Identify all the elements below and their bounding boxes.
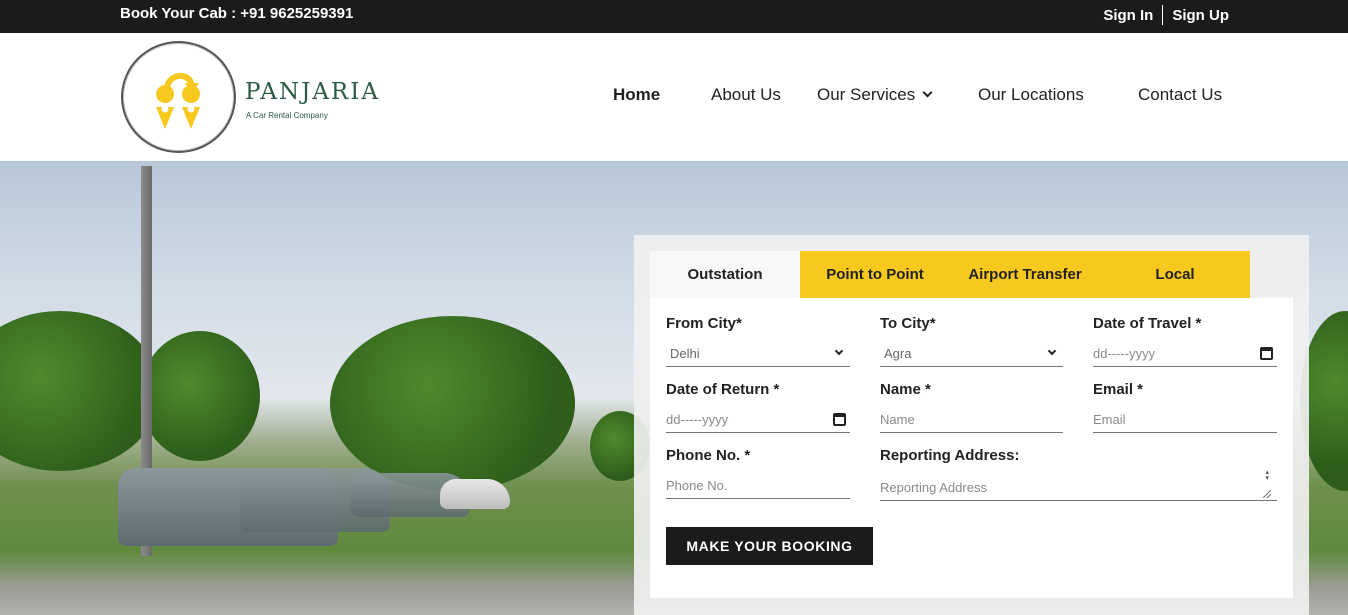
date-of-travel-field: Date of Travel * dd-----yyyy	[1093, 315, 1277, 367]
phone-field: Phone No. * Phone No.	[666, 447, 850, 499]
tab-airport-transfer[interactable]: Airport Transfer	[950, 251, 1100, 298]
auth-links: Sign In Sign Up	[1103, 5, 1229, 25]
reporting-address-label: Reporting Address:	[880, 447, 1020, 464]
sign-up-link[interactable]: Sign Up	[1172, 7, 1229, 24]
to-city-label: To City*	[880, 315, 936, 332]
from-city-value: Delhi	[670, 345, 700, 361]
brand-tagline: A Car Rental Company	[246, 111, 328, 120]
email-label: Email *	[1093, 381, 1144, 398]
location-pins-route-icon	[156, 72, 201, 129]
phone-placeholder: Phone No.	[666, 477, 728, 493]
nav-home[interactable]: Home	[613, 85, 660, 105]
to-city-field: To City* Agra	[880, 315, 1063, 367]
phone-input[interactable]: Phone No.	[666, 472, 850, 499]
to-city-select[interactable]: Agra	[880, 340, 1063, 367]
date-of-travel-input[interactable]: dd-----yyyy	[1093, 340, 1277, 367]
name-label: Name *	[880, 381, 931, 398]
date-of-return-label: Date of Return *	[666, 381, 780, 398]
date-of-return-placeholder: dd-----yyyy	[666, 411, 729, 427]
reporting-address-field: Reporting Address: Reporting Address	[880, 447, 1277, 501]
date-of-travel-label: Date of Travel *	[1093, 315, 1202, 332]
nav-our-services[interactable]: Our Services	[817, 85, 933, 105]
email-placeholder: Email	[1093, 411, 1126, 427]
email-field: Email * Email	[1093, 381, 1277, 433]
nav-about-us[interactable]: About Us	[711, 85, 781, 105]
name-placeholder: Name	[880, 411, 915, 427]
chevron-down-icon	[922, 87, 933, 98]
from-city-label: From City*	[666, 315, 742, 332]
resize-handle-icon[interactable]	[1257, 470, 1273, 501]
booking-tabs: Outstation Point to Point Airport Transf…	[650, 251, 1250, 298]
booking-phone-text: Book Your Cab : +91 9625259391	[120, 5, 354, 22]
tree-left-2	[140, 331, 260, 461]
from-city-select[interactable]: Delhi	[666, 340, 850, 367]
email-input[interactable]: Email	[1093, 406, 1277, 433]
site-header: PANJARIA A Car Rental Company Home About…	[0, 33, 1348, 161]
tree-left	[0, 311, 160, 471]
tree-center	[330, 316, 575, 491]
to-city-value: Agra	[884, 345, 912, 361]
auth-divider	[1162, 5, 1164, 25]
chevron-down-icon	[834, 346, 844, 356]
tab-outstation[interactable]: Outstation	[650, 251, 800, 298]
top-bar: Book Your Cab : +91 9625259391 Sign In S…	[0, 0, 1348, 33]
parked-car-4	[440, 479, 510, 509]
nav-contact-us[interactable]: Contact Us	[1138, 85, 1222, 105]
chevron-down-icon	[1047, 346, 1057, 356]
reporting-address-textarea[interactable]: Reporting Address	[880, 470, 1277, 501]
from-city-field: From City* Delhi	[666, 315, 850, 367]
tab-point-to-point[interactable]: Point to Point	[800, 251, 950, 298]
date-of-return-input[interactable]: dd-----yyyy	[666, 406, 850, 433]
reporting-address-placeholder: Reporting Address	[880, 479, 987, 495]
nav-our-services-label: Our Services	[817, 85, 916, 104]
brand-name: PANJARIA	[245, 79, 380, 105]
phone-label: Phone No. *	[666, 447, 751, 464]
name-field: Name * Name	[880, 381, 1063, 433]
name-input[interactable]: Name	[880, 406, 1063, 433]
make-booking-button[interactable]: MAKE YOUR BOOKING	[666, 527, 873, 565]
calendar-icon[interactable]	[833, 412, 846, 426]
date-of-travel-placeholder: dd-----yyyy	[1093, 345, 1156, 361]
date-of-return-field: Date of Return * dd-----yyyy	[666, 381, 850, 433]
calendar-icon[interactable]	[1260, 346, 1273, 360]
sign-in-link[interactable]: Sign In	[1103, 7, 1153, 24]
brand-logo[interactable]	[121, 41, 236, 153]
nav-our-locations[interactable]: Our Locations	[978, 85, 1084, 105]
tab-local[interactable]: Local	[1100, 251, 1250, 298]
